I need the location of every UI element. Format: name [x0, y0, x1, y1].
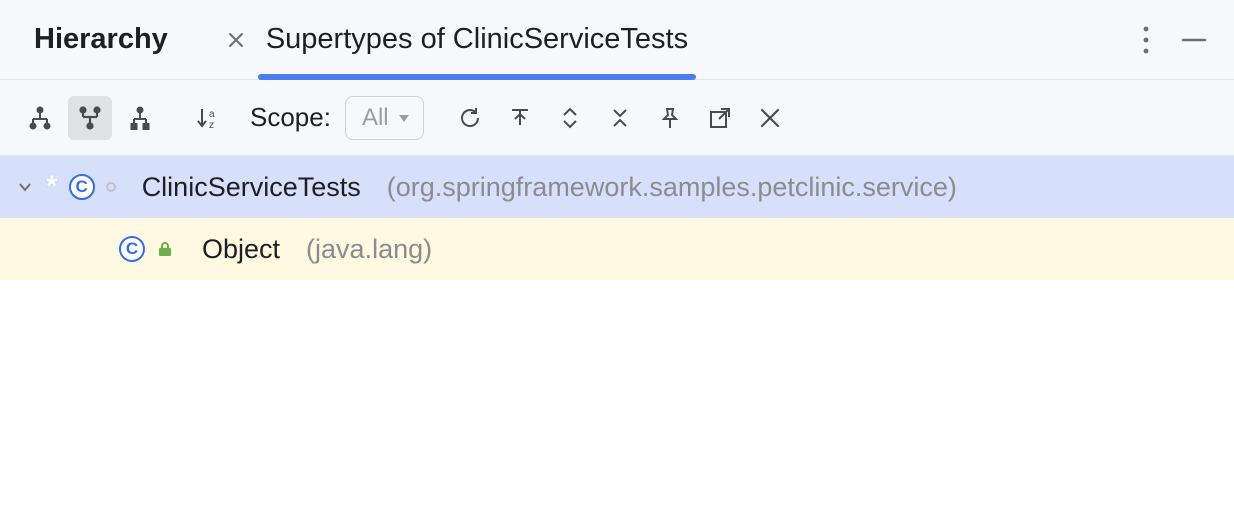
close-button[interactable]	[748, 96, 792, 140]
svg-text:a: a	[209, 109, 215, 120]
class-name: ClinicServiceTests	[142, 172, 361, 203]
toolbar: a z Scope: All	[0, 80, 1234, 156]
changed-marker: *	[46, 170, 58, 204]
export-button[interactable]	[698, 96, 742, 140]
class-hierarchy-button[interactable]	[18, 96, 62, 140]
subtypes-hierarchy-button[interactable]	[118, 96, 162, 140]
expand-toggle[interactable]	[14, 176, 36, 198]
tree-row[interactable]: C Object (java.lang)	[0, 218, 1234, 280]
scope-value: All	[362, 104, 389, 132]
tree-row[interactable]: * C ClinicServiceTests (org.springframew…	[0, 156, 1234, 218]
scope-label: Scope:	[250, 102, 331, 133]
active-tab-label: Supertypes of ClinicServiceTests	[266, 23, 688, 55]
scope-dropdown[interactable]: All	[345, 96, 424, 140]
class-package: (java.lang)	[306, 234, 432, 265]
minimize-button[interactable]	[1180, 26, 1208, 54]
sort-alphabetically-button[interactable]: a z	[186, 96, 230, 140]
svg-text:z: z	[209, 120, 214, 131]
titlebar: Hierarchy Supertypes of ClinicServiceTes…	[0, 0, 1234, 80]
active-tab[interactable]: Supertypes of ClinicServiceTests	[266, 1, 688, 78]
collapse-all-button[interactable]	[598, 96, 642, 140]
package-private-icon	[106, 182, 116, 192]
pin-button[interactable]	[648, 96, 692, 140]
close-tab-button[interactable]	[224, 28, 248, 52]
class-icon: C	[118, 235, 146, 263]
autoscroll-to-source-button[interactable]	[498, 96, 542, 140]
expand-all-button[interactable]	[548, 96, 592, 140]
tab-underline	[258, 74, 696, 80]
class-name: Object	[202, 234, 280, 265]
refresh-button[interactable]	[448, 96, 492, 140]
class-icon: C	[68, 173, 96, 201]
panel-title: Hierarchy	[34, 23, 168, 56]
more-options-button[interactable]	[1142, 25, 1150, 55]
supertypes-hierarchy-button[interactable]	[68, 96, 112, 140]
public-locked-icon	[156, 240, 174, 258]
hierarchy-tree[interactable]: * C ClinicServiceTests (org.springframew…	[0, 156, 1234, 530]
class-package: (org.springframework.samples.petclinic.s…	[387, 172, 957, 203]
